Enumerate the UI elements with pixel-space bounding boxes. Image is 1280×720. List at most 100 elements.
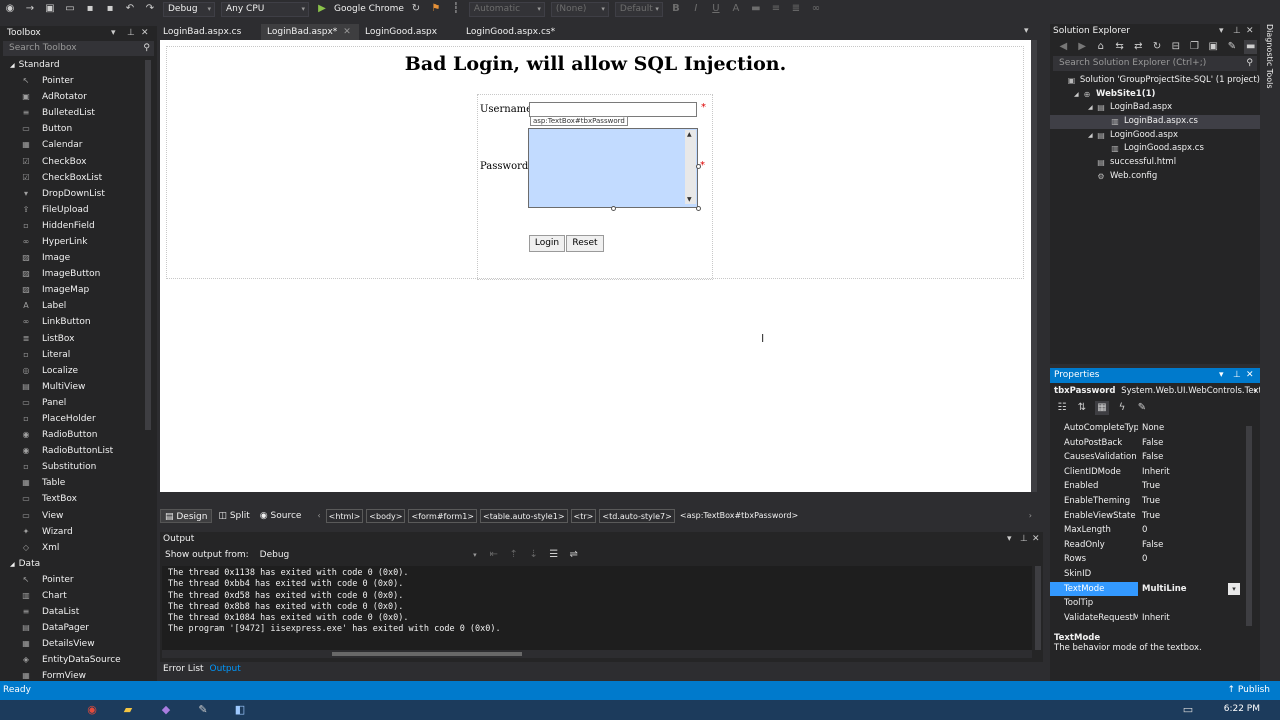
close-icon[interactable]: ✕ (1246, 24, 1254, 38)
highlight-icon[interactable]: ▬ (749, 2, 763, 16)
property-value[interactable]: False (1138, 450, 1228, 465)
property-value[interactable] (1138, 567, 1228, 582)
solution-node-successful-html[interactable]: ▤ successful.html (1050, 156, 1260, 170)
toolbox-item-radiobutton[interactable]: ◉ RadioButton (0, 427, 157, 443)
find-message-icon[interactable]: ⇤ (487, 548, 501, 562)
tab-logingood-aspx-cs[interactable]: LoginGood.aspx.cs* (460, 24, 564, 40)
solution-node-loginbad-aspx-cs[interactable]: ▥ LoginBad.aspx.cs (1050, 115, 1260, 129)
visual-studio-icon[interactable]: ◆ (158, 703, 174, 717)
word-wrap-icon[interactable]: ⇌ (567, 548, 581, 562)
properties-icon[interactable]: ✎ (1226, 40, 1239, 54)
pin-icon[interactable]: ⊥ (127, 26, 135, 40)
tab-output[interactable]: Output (207, 662, 244, 676)
window-position-icon[interactable]: ▾ (111, 26, 116, 40)
collapse-all-icon[interactable]: ⊟ (1169, 40, 1182, 54)
redo-icon[interactable]: ↷ (143, 2, 157, 16)
close-icon[interactable]: ✕ (141, 26, 149, 40)
toolbox-item-entitydatasource[interactable]: ◈ EntityDataSource (0, 652, 157, 668)
chevron-down-icon[interactable]: ▾ (1253, 383, 1257, 399)
property-value[interactable]: MultiLine (1138, 582, 1228, 597)
solution-search-input[interactable]: Search Solution Explorer (Ctrl+;) ⚲ (1053, 56, 1257, 71)
property-row-enableviewstate[interactable]: EnableViewState True (1050, 509, 1260, 524)
toolbox-item-adrotator[interactable]: ▣ AdRotator (0, 89, 157, 105)
underline-button[interactable]: U (709, 2, 723, 16)
toolbox-item-button[interactable]: ▭ Button (0, 121, 157, 137)
design-horizontal-scrollbar[interactable] (160, 494, 1031, 504)
toolbox-search-input[interactable]: Search Toolbox ⚲ (3, 41, 154, 56)
breadcrumb-item[interactable]: <td.auto-style7> (599, 509, 675, 523)
password-textbox-scrollbar[interactable]: ▲ ▼ (685, 130, 696, 204)
toolbox-scrollbar[interactable] (145, 60, 151, 430)
toolbox-item-image[interactable]: ▨ Image (0, 250, 157, 266)
breadcrumb-item[interactable]: <form#form1> (408, 509, 477, 523)
alphabetical-icon[interactable]: ⇅ (1075, 401, 1089, 415)
tab-error-list[interactable]: Error List (160, 662, 207, 676)
property-value[interactable]: True (1138, 509, 1228, 524)
toolbox-item-multiview[interactable]: ▤ MultiView (0, 379, 157, 395)
file-explorer-icon[interactable]: ▰ (120, 703, 136, 717)
refresh-icon[interactable]: ↻ (409, 2, 423, 16)
tab-loginbad-aspx-cs[interactable]: LoginBad.aspx.cs (157, 24, 261, 40)
pin-icon[interactable]: ⊥ (1233, 24, 1241, 38)
resize-handle-bottom[interactable] (611, 206, 616, 211)
property-row-skinid[interactable]: SkinID (1050, 567, 1260, 582)
show-all-files-icon[interactable]: ❐ (1188, 40, 1201, 54)
window-position-icon[interactable]: ▾ (1007, 532, 1012, 546)
open-file-icon[interactable]: ▭ (63, 2, 77, 16)
toolbox-item-substitution[interactable]: ▫ Substitution (0, 459, 157, 475)
expand-toggle-icon[interactable]: ◢ (1074, 88, 1082, 102)
toolbox-group-data[interactable]: ◢ Data ↖ Pointer ▥ Chart ≡ DataList ▤ DataPager ▦… (0, 556, 157, 685)
app-icon[interactable]: ◧ (232, 703, 248, 717)
expand-toggle-icon[interactable]: ◢ (1088, 129, 1096, 143)
property-row-textmode[interactable]: TextMode MultiLine ▾ (1050, 581, 1260, 597)
property-value[interactable]: True (1138, 479, 1228, 494)
toolbox-item-panel[interactable]: ▭ Panel (0, 395, 157, 411)
browser-link-icon[interactable]: ⚑ (429, 2, 443, 16)
toolbox-item-label[interactable]: A Label (0, 298, 157, 314)
window-position-icon[interactable]: ▾ (1219, 24, 1224, 38)
text-color-icon[interactable]: A (729, 2, 743, 16)
output-source-select[interactable]: Debug ▾ (254, 547, 481, 563)
toolbox-item-linkbutton[interactable]: ∞ LinkButton (0, 314, 157, 330)
design-surface[interactable]: Bad Login, will allow SQL Injection. Use… (160, 40, 1031, 492)
property-row-clientidmode[interactable]: ClientIDMode Inherit (1050, 465, 1260, 480)
toolbox-item-literal[interactable]: ▫ Literal (0, 347, 157, 363)
property-row-maxlength[interactable]: MaxLength 0 (1050, 523, 1260, 538)
design-scrollbar[interactable] (1031, 40, 1037, 492)
tools-icon[interactable]: ✎ (195, 703, 211, 717)
diagnostic-tools-tab[interactable]: Diagnostic Tools (1262, 24, 1280, 124)
scroll-down-icon[interactable]: ▼ (687, 196, 692, 203)
design-view-button[interactable]: ▤ Design (160, 509, 213, 523)
sync-icon[interactable]: ⇄ (1132, 40, 1145, 54)
expand-toggle-icon[interactable]: ◢ (1088, 101, 1096, 115)
toolbox-item-datalist[interactable]: ≡ DataList (0, 604, 157, 620)
properties-view-icon[interactable]: ▦ (1095, 401, 1109, 415)
toolbox-item-radiobuttonlist[interactable]: ◉ RadioButtonList (0, 443, 157, 459)
property-row-validaterequestmode[interactable]: ValidateRequestModeInherit (1050, 611, 1260, 626)
close-tab-icon[interactable]: ✕ (343, 27, 351, 37)
prev-message-icon[interactable]: ⇡ (507, 548, 521, 562)
property-value[interactable]: 0 (1138, 552, 1228, 567)
username-textbox[interactable] (529, 102, 697, 117)
toolbox-group-standard[interactable]: ◢ Standard ↖ Pointer ▣ AdRotator ≡ BulletedLis… (0, 57, 157, 556)
toolbox-item-textbox[interactable]: ▭ TextBox (0, 491, 157, 507)
property-value[interactable]: None (1138, 421, 1228, 436)
new-project-icon[interactable]: ▣ (43, 2, 57, 16)
password-textbox[interactable]: ▲ ▼ (528, 128, 698, 208)
undo-icon[interactable]: ↶ (123, 2, 137, 16)
breadcrumb-item[interactable]: <tr> (570, 509, 597, 523)
platform-select[interactable]: Any CPU ▾ (221, 1, 309, 17)
breadcrumb-item[interactable]: <asp:TextBox#tbxPassword> (678, 509, 800, 523)
toolbox-item-view[interactable]: ▭ View (0, 508, 157, 524)
toolbox-item-datapager[interactable]: ▤ DataPager (0, 620, 157, 636)
toolbox-item-table[interactable]: ▦ Table (0, 475, 157, 491)
source-view-button[interactable]: ◉ Source (256, 509, 306, 523)
output-horizontal-scrollbar[interactable] (162, 650, 1032, 658)
resize-handle-corner[interactable] (696, 206, 701, 211)
breadcrumb-item[interactable]: <table.auto-style1> (480, 509, 568, 523)
property-row-autocompletetype[interactable]: AutoCompleteType None (1050, 421, 1260, 436)
crumb-scroll-right-icon[interactable]: › (1027, 509, 1034, 523)
breadcrumb-item[interactable]: <html> (325, 509, 364, 523)
property-value[interactable]: 0 (1138, 523, 1228, 538)
tab-loginbad-aspx[interactable]: LoginBad.aspx* ✕ (261, 24, 359, 40)
